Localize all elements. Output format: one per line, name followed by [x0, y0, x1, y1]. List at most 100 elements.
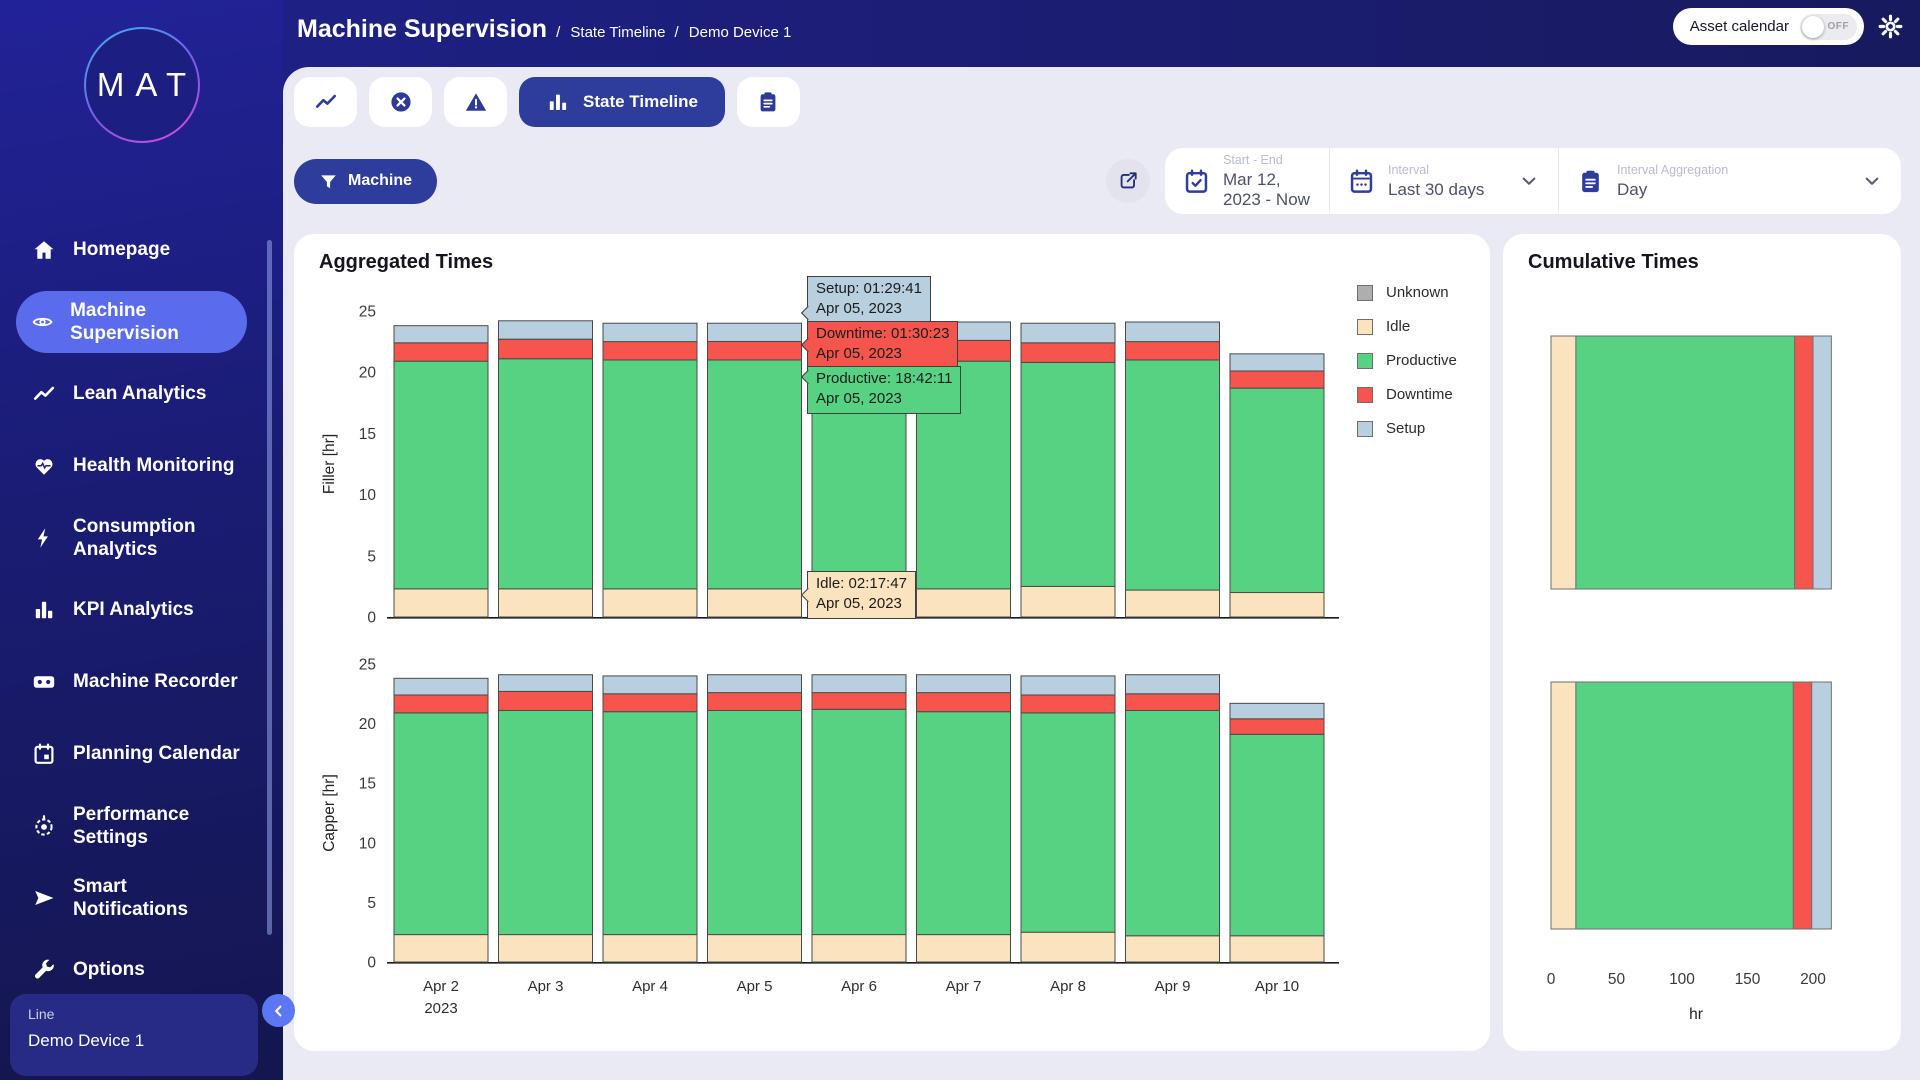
asset-calendar-toggle[interactable]: OFF — [1800, 14, 1857, 40]
aggregated-panel: Aggregated Times 0510152025Filler [hr]05… — [294, 234, 1490, 1051]
sidebar-collapse-button[interactable] — [262, 994, 295, 1027]
breadcrumb: Machine Supervision State Timeline Demo … — [297, 15, 791, 44]
device-type-label: Line — [28, 1006, 240, 1022]
trend-icon — [32, 382, 56, 406]
export-button[interactable] — [1106, 159, 1150, 203]
svg-text:200: 200 — [1800, 971, 1826, 988]
tooltip-value: Downtime: 01:30:23 — [816, 324, 949, 344]
funnel-icon-wrap — [319, 172, 338, 191]
breadcrumb-device[interactable]: Demo Device 1 — [674, 24, 791, 41]
legend-item-unknown[interactable]: Unknown — [1357, 284, 1457, 301]
settings-button[interactable] — [1877, 13, 1904, 40]
machine-filter-button[interactable]: Machine — [294, 159, 437, 204]
tab-trend[interactable] — [294, 77, 357, 127]
legend-label: Productive — [1386, 352, 1457, 369]
logo: MAT — [0, 0, 283, 143]
page-title: Machine Supervision — [297, 15, 547, 44]
sidebar-item-label: Homepage — [73, 238, 170, 261]
control-value: Mar 12, 2023 - Now — [1223, 170, 1311, 210]
breadcrumb-state-timeline[interactable]: State Timeline — [556, 24, 665, 41]
sidebar-item-kpi-analytics[interactable]: KPI Analytics — [0, 574, 283, 646]
calendar-icon — [32, 742, 56, 766]
chevron-left-icon — [269, 1001, 289, 1021]
control-start-end[interactable]: Start - EndMar 12, 2023 - Now — [1165, 148, 1329, 214]
tab-state-timeline[interactable]: State Timeline — [519, 77, 725, 127]
cumulative-chart[interactable]: 050100150200hr — [1503, 274, 1901, 1034]
calendar-dots-icon — [1348, 168, 1375, 195]
legend-item-setup[interactable]: Setup — [1357, 420, 1457, 437]
sidebar-item-machine-recorder[interactable]: Machine Recorder — [0, 646, 283, 718]
tooltip-date: Apr 05, 2023 — [816, 594, 907, 614]
svg-text:20: 20 — [359, 365, 377, 382]
gear-icon — [1877, 13, 1904, 40]
svg-text:0: 0 — [367, 610, 376, 627]
sidebar-item-label: KPI Analytics — [73, 598, 194, 621]
tab-clipboard[interactable] — [737, 77, 800, 127]
chevron-down-icon — [1518, 170, 1540, 192]
svg-text:150: 150 — [1735, 971, 1761, 988]
control-value: Day — [1617, 180, 1728, 200]
sidebar: MAT Homepage Machine Supervision Lean Anal… — [0, 0, 283, 1080]
calendar-check-icon — [1183, 168, 1210, 195]
svg-text:15: 15 — [359, 776, 376, 793]
home-icon — [32, 238, 56, 262]
svg-text:25: 25 — [359, 657, 376, 674]
control-interval-aggregation[interactable]: Interval Aggregation Day — [1558, 148, 1901, 214]
sidebar-item-health-monitoring[interactable]: Health Monitoring — [0, 430, 283, 502]
sidebar-item-label: Options — [73, 958, 145, 981]
selected-device-card[interactable]: Line Demo Device 1 — [10, 994, 258, 1076]
content-area: State Timeline Machine Start - EndMar 12… — [283, 67, 1920, 1080]
svg-text:Filler [hr]: Filler [hr] — [321, 434, 338, 494]
sidebar-item-label: Consumption Analytics — [73, 515, 243, 561]
sidebar-item-smart-notifications[interactable]: Smart Notifications — [0, 862, 283, 934]
svg-text:Apr 7: Apr 7 — [946, 978, 982, 995]
chevron-down-icon — [1861, 170, 1883, 192]
heart-icon — [32, 454, 56, 478]
control-label: Interval Aggregation — [1617, 163, 1728, 177]
sidebar-item-performance-settings[interactable]: Performance Settings — [0, 790, 283, 862]
x-circle-icon — [389, 90, 413, 114]
tooltip-date: Apr 05, 2023 — [816, 344, 949, 364]
legend-swatch — [1357, 387, 1373, 403]
sidebar-scrollbar[interactable] — [267, 240, 272, 935]
tab-x-circle[interactable] — [369, 77, 432, 127]
sidebar-item-machine-supervision[interactable]: Machine Supervision — [16, 291, 247, 353]
top-header: Machine Supervision State Timeline Demo … — [283, 0, 1920, 67]
svg-text:Capper [hr]: Capper [hr] — [321, 774, 338, 852]
control-interval[interactable]: IntervalLast 30 days — [1329, 148, 1558, 214]
header-right: Asset calendar OFF — [1673, 8, 1904, 45]
sidebar-item-label: Machine Supervision — [70, 299, 237, 345]
svg-text:100: 100 — [1669, 971, 1695, 988]
sidebar-item-consumption-analytics[interactable]: Consumption Analytics — [0, 502, 283, 574]
main-area: Machine Supervision State Timeline Demo … — [283, 0, 1920, 1080]
send-icon — [32, 886, 56, 910]
tab-bar: State Timeline — [294, 77, 1901, 127]
gauge-icon — [32, 814, 56, 838]
filter-right: Start - EndMar 12, 2023 - NowIntervalLas… — [1106, 148, 1901, 214]
svg-text:2023: 2023 — [424, 1000, 457, 1017]
sidebar-item-planning-calendar[interactable]: Planning Calendar — [0, 718, 283, 790]
sidebar-item-homepage[interactable]: Homepage — [0, 214, 283, 286]
tab-label: State Timeline — [583, 92, 698, 112]
bolt-icon — [32, 526, 56, 550]
trend-icon — [314, 90, 338, 114]
cumulative-panel-title: Cumulative Times — [1528, 251, 1699, 274]
toggle-state-label: OFF — [1828, 21, 1850, 32]
legend-item-productive[interactable]: Productive — [1357, 352, 1457, 369]
svg-text:Apr 2: Apr 2 — [423, 978, 459, 995]
sidebar-nav: Homepage Machine Supervision Lean Analytic… — [0, 214, 283, 1006]
asset-calendar-pill: Asset calendar OFF — [1673, 8, 1864, 45]
clipboard-icon — [756, 90, 780, 114]
tab-warning[interactable] — [444, 77, 507, 127]
export-icon — [1117, 170, 1139, 192]
tooltip-value: Idle: 02:17:47 — [816, 574, 907, 594]
legend-item-idle[interactable]: Idle — [1357, 318, 1457, 335]
cumulative-panel: Cumulative Times 050100150200hr — [1503, 234, 1901, 1051]
legend-item-downtime[interactable]: Downtime — [1357, 386, 1457, 403]
device-name: Demo Device 1 — [28, 1031, 240, 1051]
chart-tooltip-downtime: Downtime: 01:30:23Apr 05, 2023 — [807, 321, 958, 369]
legend-swatch — [1357, 319, 1373, 335]
sidebar-item-label: Health Monitoring — [73, 454, 234, 477]
legend-label: Unknown — [1386, 284, 1449, 301]
sidebar-item-lean-analytics[interactable]: Lean Analytics — [0, 358, 283, 430]
